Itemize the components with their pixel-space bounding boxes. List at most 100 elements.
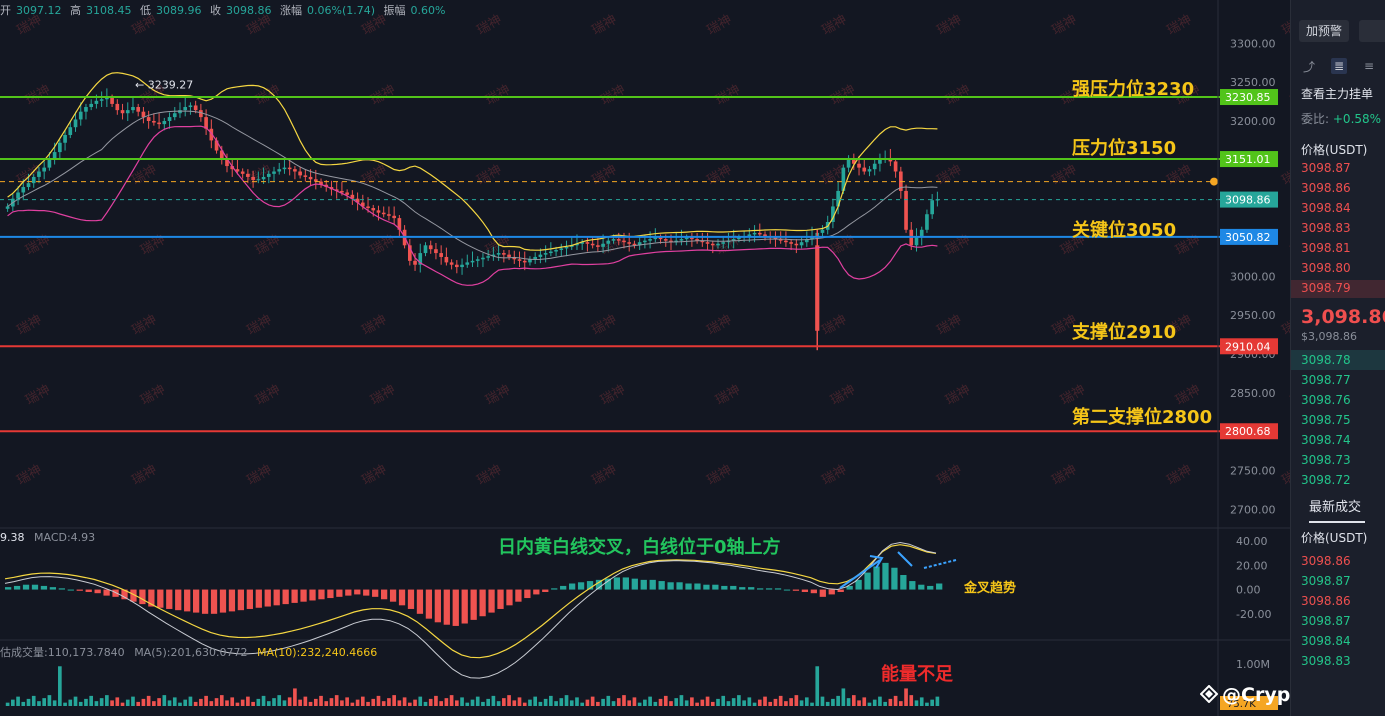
- volume-bar: [512, 700, 517, 706]
- candle-body: [423, 245, 428, 254]
- macd-arrow-right: [923, 559, 957, 569]
- candle-body: [648, 239, 652, 241]
- ask-row[interactable]: 3098.79: [1301, 281, 1351, 295]
- macd-histogram-bar: [551, 588, 558, 590]
- volume-bar: [329, 698, 334, 706]
- candle-body: [590, 243, 595, 246]
- macd-histogram-bar: [730, 585, 737, 590]
- volume-bar: [820, 696, 825, 706]
- volume-bar: [5, 702, 10, 706]
- macd-histogram-bar: [381, 589, 388, 600]
- bid-row[interactable]: 3098.73: [1301, 453, 1351, 467]
- y-axis-tick: 2750.00: [1230, 465, 1276, 478]
- annotation-support: 支撑位2910: [1072, 322, 1177, 343]
- macd-histogram-bar: [622, 577, 629, 590]
- watermark-tile: 瑞神: [138, 382, 168, 408]
- ohlc-readout: 开 3097.12 高 3108.45 低 3089.96 收 3098.86 涨幅 0.…: [0, 2, 450, 18]
- volume-bar: [731, 698, 736, 706]
- bid-row[interactable]: 3098.76: [1301, 393, 1351, 407]
- volume-legend: 估成交量:110,173.7840 MA(5):201,630.0772 MA(…: [0, 644, 377, 660]
- volume-bar: [266, 701, 271, 706]
- trade-row: 3098.86: [1301, 594, 1351, 608]
- recent-trades-title[interactable]: 最新成交: [1309, 496, 1361, 515]
- macd-histogram-bar: [461, 589, 468, 624]
- watermark-tile: 瑞神: [475, 462, 505, 488]
- view-main-orders[interactable]: 查看主力挂单: [1301, 85, 1373, 102]
- candle-body: [663, 239, 668, 241]
- volume-bar: [914, 700, 919, 706]
- watermark-tile: 瑞神: [1165, 462, 1195, 488]
- watermark-tile: 瑞神: [705, 462, 735, 488]
- macd-histogram-bar: [819, 589, 826, 597]
- bid-row[interactable]: 3098.75: [1301, 413, 1351, 427]
- volume-bar: [261, 695, 266, 706]
- ask-row[interactable]: 3098.83: [1301, 221, 1351, 235]
- watermark-tile: 瑞神: [360, 312, 390, 338]
- macd-histogram-bar: [533, 589, 540, 595]
- macd-histogram-bar: [372, 589, 379, 597]
- level-price-label: 3098.86: [1225, 194, 1271, 207]
- level-price-label: 2800.68: [1225, 425, 1271, 438]
- candle-body: [167, 117, 172, 121]
- bid-row[interactable]: 3098.72: [1301, 473, 1351, 487]
- candle-body: [507, 254, 511, 257]
- volume-bar: [52, 700, 57, 706]
- ask-row[interactable]: 3098.84: [1301, 201, 1351, 215]
- volume-bar: [470, 699, 475, 706]
- candle-body: [178, 110, 182, 114]
- candle-body: [789, 242, 793, 244]
- macd-histogram-bar: [85, 589, 92, 592]
- candle-body: [256, 179, 261, 181]
- book-both-icon[interactable]: ≣: [1331, 58, 1347, 74]
- ask-row[interactable]: 3098.80: [1301, 261, 1351, 275]
- volume-bar: [632, 697, 637, 706]
- volume-bar: [690, 697, 694, 706]
- bid-row[interactable]: 3098.74: [1301, 433, 1351, 447]
- bid-row[interactable]: 3098.78: [1301, 353, 1351, 367]
- watermark-tile: 瑞神: [828, 82, 858, 108]
- expand-icon[interactable]: ⤴: [1301, 58, 1317, 74]
- macd-histogram-bar: [103, 589, 110, 596]
- volume-bar: [580, 702, 585, 706]
- volume-bar: [350, 702, 355, 706]
- ask-row[interactable]: 3098.87: [1301, 161, 1351, 175]
- volume-bar: [303, 696, 308, 706]
- volume-bar: [622, 695, 626, 706]
- volume-bar: [831, 698, 835, 706]
- candle-body: [266, 173, 271, 177]
- main-chart-svg[interactable]: 瑞神 瑞神 瑞神 瑞神 瑞神 瑞神 瑞神 瑞神 瑞神 瑞神 瑞神 瑞神瑞神 瑞神 瑞神 瑞神 瑞神 瑞神 瑞神 瑞神…: [0, 0, 1290, 716]
- volume-bar: [313, 698, 318, 706]
- watermark-tile: 瑞神: [820, 462, 850, 488]
- volume-bar: [810, 702, 814, 706]
- candle-body: [502, 253, 506, 255]
- secondary-button[interactable]: [1359, 20, 1385, 42]
- volume-bar: [517, 697, 522, 706]
- candle-body: [89, 103, 94, 108]
- watermark-tile: 瑞神: [828, 382, 858, 408]
- candle-body: [63, 134, 67, 143]
- volume-bar: [31, 695, 36, 706]
- macd-histogram-bar: [712, 584, 719, 590]
- candle-body: [606, 240, 611, 244]
- volume-bar: [904, 688, 908, 706]
- volume-bar: [898, 701, 903, 706]
- candle-body: [627, 242, 632, 244]
- macd-histogram-bar: [416, 589, 424, 614]
- candle-body: [428, 245, 433, 250]
- chart-area[interactable]: 瑞神 瑞神 瑞神 瑞神 瑞神 瑞神 瑞神 瑞神 瑞神 瑞神 瑞神 瑞神 瑞神 瑞神 瑞神 瑞神 瑞神 瑞神 瑞神 瑞神…: [0, 0, 1350, 716]
- macd-histogram-bar: [434, 589, 441, 623]
- ask-row[interactable]: 3098.86: [1301, 181, 1351, 195]
- ask-row[interactable]: 3098.81: [1301, 241, 1351, 255]
- add-alert-button[interactable]: 加预警: [1299, 20, 1349, 42]
- volume-bar: [481, 701, 485, 706]
- book-ask-icon[interactable]: ≡: [1361, 58, 1377, 74]
- candle-body: [522, 260, 527, 263]
- candle-body: [559, 248, 564, 250]
- watermark-tile: 瑞神: [360, 162, 390, 188]
- volume-bar: [345, 697, 349, 706]
- watermark-tile: 瑞神: [483, 382, 513, 408]
- macd-histogram-bar: [828, 589, 835, 595]
- bid-row[interactable]: 3098.77: [1301, 373, 1351, 387]
- diamond-logo-icon: [1200, 685, 1218, 703]
- volume-bar: [710, 701, 715, 706]
